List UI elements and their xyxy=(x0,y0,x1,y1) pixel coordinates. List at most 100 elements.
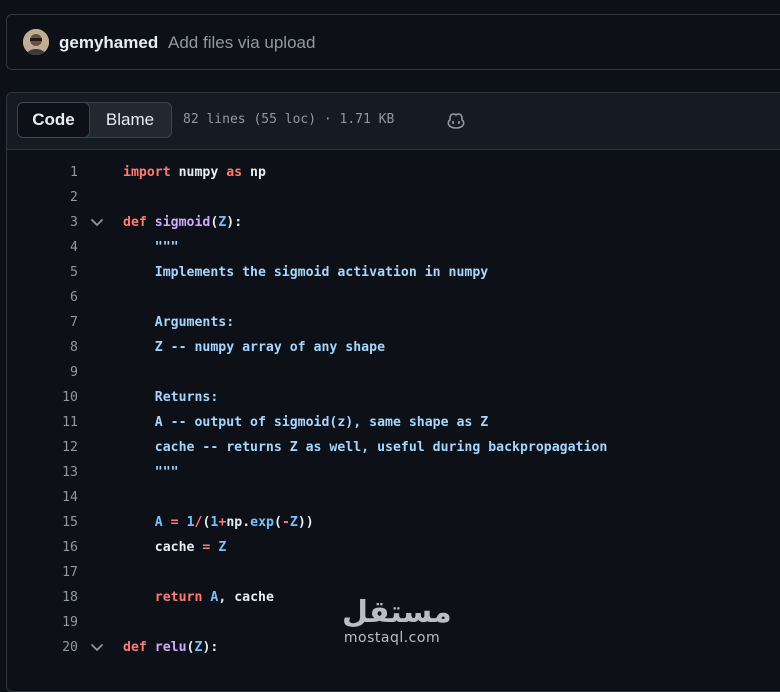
code-line: 16 cache = Z xyxy=(7,535,780,560)
tab-blame[interactable]: Blame xyxy=(90,103,170,137)
code-text: Returns: xyxy=(123,385,219,410)
code-listing: 1 import numpy as np 2 3 def sigmoid(Z): 4 ""… xyxy=(7,160,780,660)
copilot-button[interactable] xyxy=(441,107,471,135)
code-text: Arguments: xyxy=(123,310,234,335)
code-token: Returns: xyxy=(123,390,219,405)
code-token: sigmoid xyxy=(154,215,211,230)
code-token: Z xyxy=(218,540,227,555)
code-text: """ xyxy=(123,460,179,485)
code-text xyxy=(123,285,155,310)
code-line: 12 cache -- returns Z as well, useful du… xyxy=(7,435,780,460)
line-number[interactable]: 18 xyxy=(7,585,78,610)
code-token: np xyxy=(242,165,266,180)
line-number[interactable]: 11 xyxy=(7,410,78,435)
watermark-logo: مستقل mostaql.com xyxy=(342,595,452,656)
code-line: 6 xyxy=(7,285,780,310)
line-number[interactable]: 17 xyxy=(7,560,78,585)
code-token: ): xyxy=(202,640,219,655)
file-header: Code Blame 82 lines (55 loc) · 1.71 KB xyxy=(7,93,780,150)
line-number[interactable]: 20 xyxy=(7,635,78,660)
code-token: = xyxy=(170,515,179,530)
line-number[interactable]: 5 xyxy=(7,260,78,285)
line-number[interactable]: 14 xyxy=(7,485,78,510)
code-token: Z xyxy=(289,515,298,530)
view-mode-toggle: Code Blame xyxy=(17,102,172,138)
code-token: )) xyxy=(297,515,314,530)
line-number[interactable]: 19 xyxy=(7,610,78,635)
code-line: 2 xyxy=(7,185,780,210)
code-text: """ xyxy=(123,235,179,260)
line-number[interactable]: 7 xyxy=(7,310,78,335)
code-text: Z -- numpy array of any shape xyxy=(123,335,385,360)
chevron-down-icon[interactable] xyxy=(90,217,104,229)
code-line: 11 A -- output of sigmoid(z), same shape… xyxy=(7,410,780,435)
code-text: def sigmoid(Z): xyxy=(123,210,242,235)
line-number[interactable]: 8 xyxy=(7,335,78,360)
code-line: 5 Implements the sigmoid activation in n… xyxy=(7,260,780,285)
code-line: 17 xyxy=(7,560,780,585)
code-line: 10 Returns: xyxy=(7,385,780,410)
code-token: def xyxy=(123,215,147,230)
code-token: numpy xyxy=(170,165,227,180)
code-token: as xyxy=(226,165,243,180)
line-number[interactable]: 4 xyxy=(7,235,78,260)
code-token: ): xyxy=(226,215,243,230)
code-token: ( xyxy=(273,515,282,530)
code-text xyxy=(123,360,155,385)
line-number[interactable]: 3 xyxy=(7,210,78,235)
line-number[interactable]: 16 xyxy=(7,535,78,560)
latest-commit-bar: gemyhamed Add files via upload xyxy=(6,14,780,70)
code-token: relu xyxy=(154,640,187,655)
code-line: 1 import numpy as np xyxy=(7,160,780,185)
watermark-latin: mostaql.com xyxy=(343,630,441,646)
line-number[interactable]: 6 xyxy=(7,285,78,310)
line-number[interactable]: 15 xyxy=(7,510,78,535)
code-text: def relu(Z): xyxy=(123,635,218,660)
line-number[interactable]: 12 xyxy=(7,435,78,460)
code-line: 13 """ xyxy=(7,460,780,485)
code-token: """ xyxy=(123,240,179,255)
code-token: A xyxy=(123,515,163,530)
code-token: 1 xyxy=(186,515,195,530)
author-avatar[interactable] xyxy=(23,29,49,55)
code-line: 9 xyxy=(7,360,780,385)
line-number[interactable]: 10 xyxy=(7,385,78,410)
code-token: - xyxy=(281,515,290,530)
file-stats: 82 lines (55 loc) · 1.71 KB xyxy=(183,112,395,127)
line-number[interactable]: 9 xyxy=(7,360,78,385)
code-text: import numpy as np xyxy=(123,160,266,185)
watermark-arabic: مستقل xyxy=(342,595,452,630)
code-token: , cache xyxy=(218,590,274,605)
code-line: 14 xyxy=(7,485,780,510)
code-token: np. xyxy=(226,515,251,530)
code-text: cache -- returns Z as well, useful durin… xyxy=(123,435,608,460)
code-token: Implements the sigmoid activation in num… xyxy=(123,265,489,280)
code-token: Z -- numpy array of any shape xyxy=(123,340,386,355)
code-line: 8 Z -- numpy array of any shape xyxy=(7,335,780,360)
line-number[interactable]: 1 xyxy=(7,160,78,185)
code-text: A -- output of sigmoid(z), same shape as… xyxy=(123,410,488,435)
code-token: Arguments: xyxy=(123,315,235,330)
copilot-icon xyxy=(447,113,465,129)
line-number[interactable]: 13 xyxy=(7,460,78,485)
code-text: Implements the sigmoid activation in num… xyxy=(123,260,488,285)
code-token: return xyxy=(123,590,203,605)
code-line: 3 def sigmoid(Z): xyxy=(7,210,780,235)
code-token: cache -- returns Z as well, useful durin… xyxy=(123,440,608,455)
code-token: cache xyxy=(123,540,203,555)
commit-message-link[interactable]: Add files via upload xyxy=(168,33,315,53)
code-token: exp xyxy=(250,515,274,530)
user-avatar-icon xyxy=(23,29,49,55)
tab-code[interactable]: Code xyxy=(17,102,90,138)
commit-author-link[interactable]: gemyhamed xyxy=(59,33,158,53)
code-line: 4 """ xyxy=(7,235,780,260)
code-line: 15 A = 1/(1+np.exp(-Z)) xyxy=(7,510,780,535)
code-text: cache = Z xyxy=(123,535,227,560)
line-number[interactable]: 2 xyxy=(7,185,78,210)
chevron-down-icon[interactable] xyxy=(90,642,104,654)
